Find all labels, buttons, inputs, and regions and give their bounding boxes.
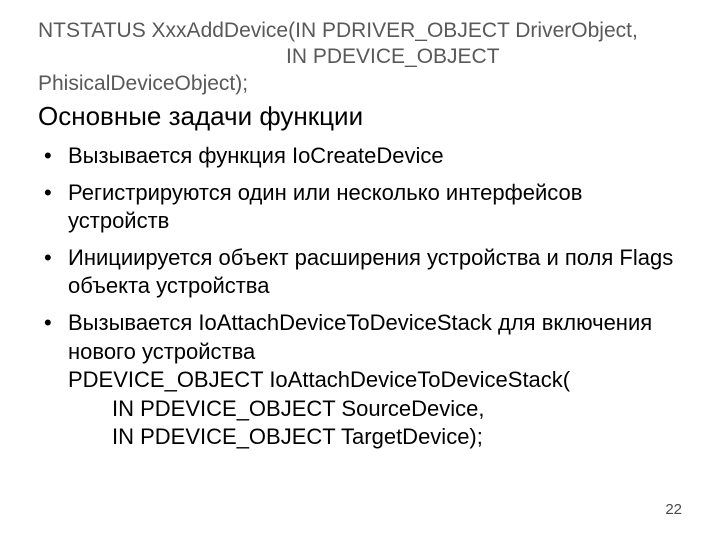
- list-item: Вызывается IoAttachDeviceToDeviceStack д…: [64, 309, 682, 452]
- list-item-line: IN PDEVICE_OBJECT SourceDevice,: [68, 395, 682, 424]
- task-list: Вызывается функция IoCreateDevice Регист…: [38, 142, 682, 452]
- section-heading: Основные задачи функции: [38, 101, 682, 132]
- signature-line-1: NTSTATUS XxxAddDevice(IN PDRIVER_OBJECT …: [38, 18, 682, 44]
- list-item: Инициируется объект расширения устройств…: [64, 244, 682, 301]
- page-number: 22: [665, 501, 682, 518]
- list-item-line: IN PDEVICE_OBJECT TargetDevice);: [68, 423, 682, 452]
- function-signature: NTSTATUS XxxAddDevice(IN PDRIVER_OBJECT …: [38, 18, 682, 97]
- list-item-line: PDEVICE_OBJECT IoAttachDeviceToDeviceSta…: [68, 366, 682, 395]
- slide: NTSTATUS XxxAddDevice(IN PDRIVER_OBJECT …: [0, 0, 720, 540]
- list-item: Регистрируются один или несколько интерф…: [64, 179, 682, 236]
- list-item-line: Вызывается IoAttachDeviceToDeviceStack д…: [68, 309, 682, 366]
- signature-line-3: PhisicalDeviceObject);: [38, 71, 682, 97]
- list-item: Вызывается функция IoCreateDevice: [64, 142, 682, 171]
- signature-line-2: IN PDEVICE_OBJECT: [38, 44, 682, 70]
